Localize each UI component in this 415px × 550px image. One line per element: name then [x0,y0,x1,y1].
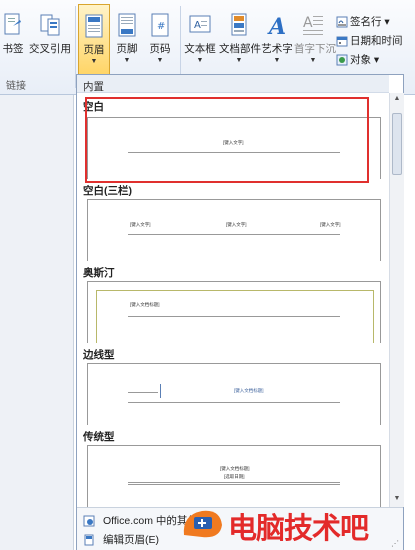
wordart-label: 艺术字 [261,43,293,55]
edit-header-label: 编辑页眉(E) [103,534,159,546]
placeholder-text: [键入文字] [226,222,247,227]
edit-header-icon [84,534,94,546]
signature-line-label: 签名行 ▾ [350,16,390,28]
signature-line-button[interactable]: 签名行 ▾ [336,14,390,29]
chevron-down-icon: ▼ [90,58,98,65]
chevron-down-icon: ▼ [273,57,281,64]
chevron-down-icon: ▼ [235,57,243,64]
svg-text:A: A [267,14,286,38]
header-option-blank-three-column[interactable]: [键入文字] [键入文字] [键入文字] [87,199,381,261]
header-button[interactable]: 页眉 ▼ [78,4,110,74]
chevron-down-icon: ▼ [123,57,131,64]
header-rule [128,234,340,235]
edit-header-item[interactable]: 编辑页眉(E) [83,532,159,547]
bookmark-button[interactable]: 书签 [0,4,26,66]
document-side-panel [0,95,74,550]
date-time-label: 日期和时间 [350,35,403,47]
date-time-button[interactable]: 日期和时间 [336,33,403,48]
category-label: 传统型 [83,431,115,443]
page-number-icon: # [151,13,169,37]
header-rule [128,402,340,403]
text-box-button[interactable]: A 文本框 ▼ [183,4,217,66]
placeholder-text: [键入文字] [130,222,151,227]
header-rule [128,484,340,485]
divider-bar [160,384,161,398]
gallery-scrollbar[interactable]: ▲ ▼ [389,93,404,507]
header-rule [128,316,340,317]
object-icon [336,54,348,66]
placeholder-text: [键入文档标题] [130,302,160,307]
chevron-down-icon: ▼ [196,57,204,64]
svg-text:A: A [194,20,201,31]
selection-highlight [85,97,369,183]
chevron-down-icon: ▼ [309,57,317,64]
office-com-icon [83,515,95,527]
category-label: 边线型 [83,349,115,361]
bookmark-icon [4,13,21,35]
cross-reference-label: 交叉引用 [29,43,71,55]
drop-cap-button[interactable]: A 首字下沉 ▼ [294,4,336,66]
footer-label: 页脚 [116,43,138,55]
gallery-section-header: 内置 [77,75,389,93]
header-option-sideline[interactable]: [键入文档标题] [87,363,381,425]
page-number-button[interactable]: # 页码 ▼ [146,4,174,66]
svg-text:A: A [303,15,313,31]
cross-reference-button[interactable]: 交叉引用 [28,4,72,66]
cross-reference-icon [40,14,60,36]
placeholder-text: [键入文字] [320,222,341,227]
header-gallery: 内置 空白 [键入文字] 空白(三栏) [键入文字] [键入文字] [键入文字]… [76,74,404,550]
watermark: 电脑技术吧 [180,503,412,545]
text-box-label: 文本框 [184,43,216,55]
category-label: 空白(三栏) [83,185,132,197]
watermark-text: 电脑技术吧 [228,511,369,545]
bookmark-label: 书签 [2,43,24,55]
page-number-label: 页码 [149,43,171,55]
wordart-icon: A [267,14,286,38]
drop-cap-label: 首字下沉 [294,43,336,55]
placeholder-text: [键入文档标题] [220,466,250,471]
footer-button[interactable]: 页脚 ▼ [113,4,141,66]
header-icon [85,14,103,38]
header-rule [128,482,340,483]
quick-parts-icon [231,13,247,36]
placeholder-text: [选取日期] [224,474,245,479]
header-label: 页眉 [83,44,105,56]
drop-cap-icon: A [303,15,323,35]
wordart-button[interactable]: A 艺术字 ▼ [261,4,293,66]
header-option-austin[interactable]: [键入文档标题] [87,281,381,343]
header-option-traditional[interactable]: [键入文档标题] [选取日期] [87,445,381,507]
footer-icon [118,13,136,37]
watermark-logo-icon [183,510,222,538]
header-rule [128,392,158,393]
chevron-down-icon: ▼ [156,57,164,64]
text-box-icon: A [189,15,211,33]
group-label-links: 链接 [6,81,26,92]
signature-line-icon [336,16,348,28]
date-time-icon [336,36,348,47]
object-button[interactable]: 对象 ▾ [336,52,379,67]
quick-parts-button[interactable]: 文档部件 ▼ [219,4,261,66]
category-label: 奥斯汀 [83,267,115,279]
scrollbar-thumb[interactable] [392,113,402,175]
placeholder-text: [键入文档标题] [234,388,264,393]
object-label: 对象 ▾ [350,54,380,66]
svg-text:#: # [157,21,165,32]
scroll-up-icon[interactable]: ▲ [392,95,402,105]
quick-parts-label: 文档部件 [219,43,261,55]
